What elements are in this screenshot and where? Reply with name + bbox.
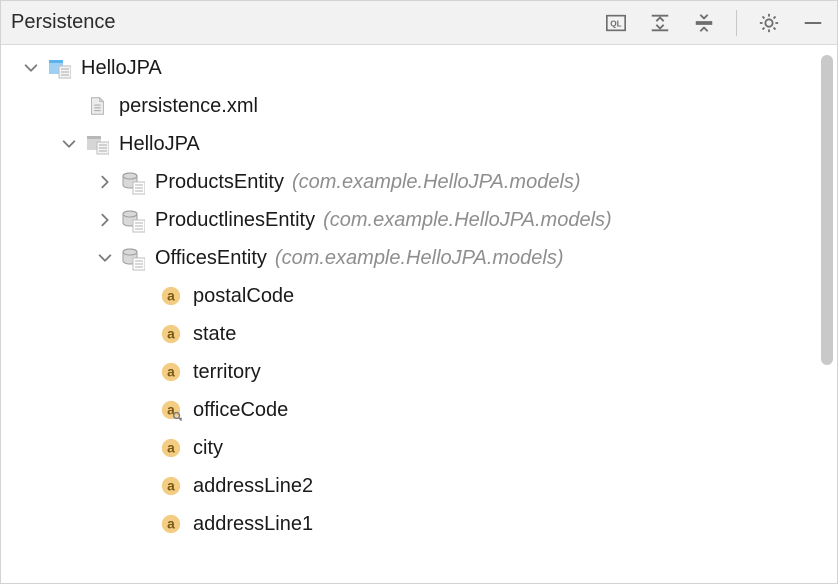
chevron-down-icon[interactable] bbox=[59, 134, 79, 154]
tree-node-entity[interactable]: ProductsEntity (com.example.HelloJPA.mod… bbox=[7, 163, 837, 201]
module-icon bbox=[47, 56, 71, 80]
chevron-down-icon[interactable] bbox=[21, 58, 41, 78]
tree-node-module[interactable]: HelloJPA bbox=[7, 125, 837, 163]
minimize-button[interactable] bbox=[799, 9, 827, 37]
attribute-icon bbox=[159, 284, 183, 308]
panel-title: Persistence bbox=[11, 11, 602, 34]
attribute-icon bbox=[159, 512, 183, 536]
file-icon bbox=[85, 94, 109, 118]
attribute-icon bbox=[159, 436, 183, 460]
entity-icon bbox=[121, 246, 145, 270]
toolbar-separator bbox=[736, 10, 737, 36]
tree-node-label: postalCode bbox=[193, 286, 294, 306]
tree-node-project[interactable]: HelloJPA bbox=[7, 49, 837, 87]
attribute-icon bbox=[159, 360, 183, 384]
panel-body: HelloJPA persistence.xml HelloJPA bbox=[1, 45, 837, 583]
tree-node-attribute[interactable]: addressLine2 bbox=[7, 467, 837, 505]
tree-node-label: ProductlinesEntity bbox=[155, 210, 315, 230]
tree-node-attribute[interactable]: city bbox=[7, 429, 837, 467]
tree-node-label: persistence.xml bbox=[119, 96, 258, 116]
tree-node-label: ProductsEntity bbox=[155, 172, 284, 192]
attribute-key-icon bbox=[159, 398, 183, 422]
tree-node-label: officeCode bbox=[193, 400, 288, 420]
tree-node-attribute[interactable]: postalCode bbox=[7, 277, 837, 315]
tree-node-label: city bbox=[193, 438, 223, 458]
tree-node-label: addressLine1 bbox=[193, 514, 313, 534]
ql-console-button[interactable] bbox=[602, 9, 630, 37]
tree-node-label: territory bbox=[193, 362, 261, 382]
tree-node-entity[interactable]: ProductlinesEntity (com.example.HelloJPA… bbox=[7, 201, 837, 239]
tree-node-label: addressLine2 bbox=[193, 476, 313, 496]
tree-node-label: state bbox=[193, 324, 236, 344]
tree-node-label: OfficesEntity bbox=[155, 248, 267, 268]
expand-all-button[interactable] bbox=[646, 9, 674, 37]
tree-node-qualifier: (com.example.HelloJPA.models) bbox=[323, 210, 612, 230]
tree-node-entity[interactable]: OfficesEntity (com.example.HelloJPA.mode… bbox=[7, 239, 837, 277]
entity-icon bbox=[121, 170, 145, 194]
tree-node-qualifier: (com.example.HelloJPA.models) bbox=[275, 248, 564, 268]
persistence-tree[interactable]: HelloJPA persistence.xml HelloJPA bbox=[1, 45, 837, 547]
panel-toolbar bbox=[602, 9, 827, 37]
tree-node-label: HelloJPA bbox=[81, 58, 162, 78]
collapse-all-button[interactable] bbox=[690, 9, 718, 37]
chevron-right-icon[interactable] bbox=[95, 172, 115, 192]
tree-node-label: HelloJPA bbox=[119, 134, 200, 154]
persistence-panel: Persistence bbox=[0, 0, 838, 584]
tree-node-attribute[interactable]: addressLine1 bbox=[7, 505, 837, 543]
attribute-icon bbox=[159, 474, 183, 498]
chevron-down-icon[interactable] bbox=[95, 248, 115, 268]
entity-icon bbox=[121, 208, 145, 232]
chevron-right-icon[interactable] bbox=[95, 210, 115, 230]
tree-node-attribute[interactable]: officeCode bbox=[7, 391, 837, 429]
module-icon bbox=[85, 132, 109, 156]
settings-button[interactable] bbox=[755, 9, 783, 37]
scrollbar-thumb[interactable] bbox=[821, 55, 833, 365]
tree-node-qualifier: (com.example.HelloJPA.models) bbox=[292, 172, 581, 192]
tree-node-attribute[interactable]: territory bbox=[7, 353, 837, 391]
tree-node-attribute[interactable]: state bbox=[7, 315, 837, 353]
attribute-icon bbox=[159, 322, 183, 346]
panel-header: Persistence bbox=[1, 1, 837, 45]
tree-node-file[interactable]: persistence.xml bbox=[7, 87, 837, 125]
